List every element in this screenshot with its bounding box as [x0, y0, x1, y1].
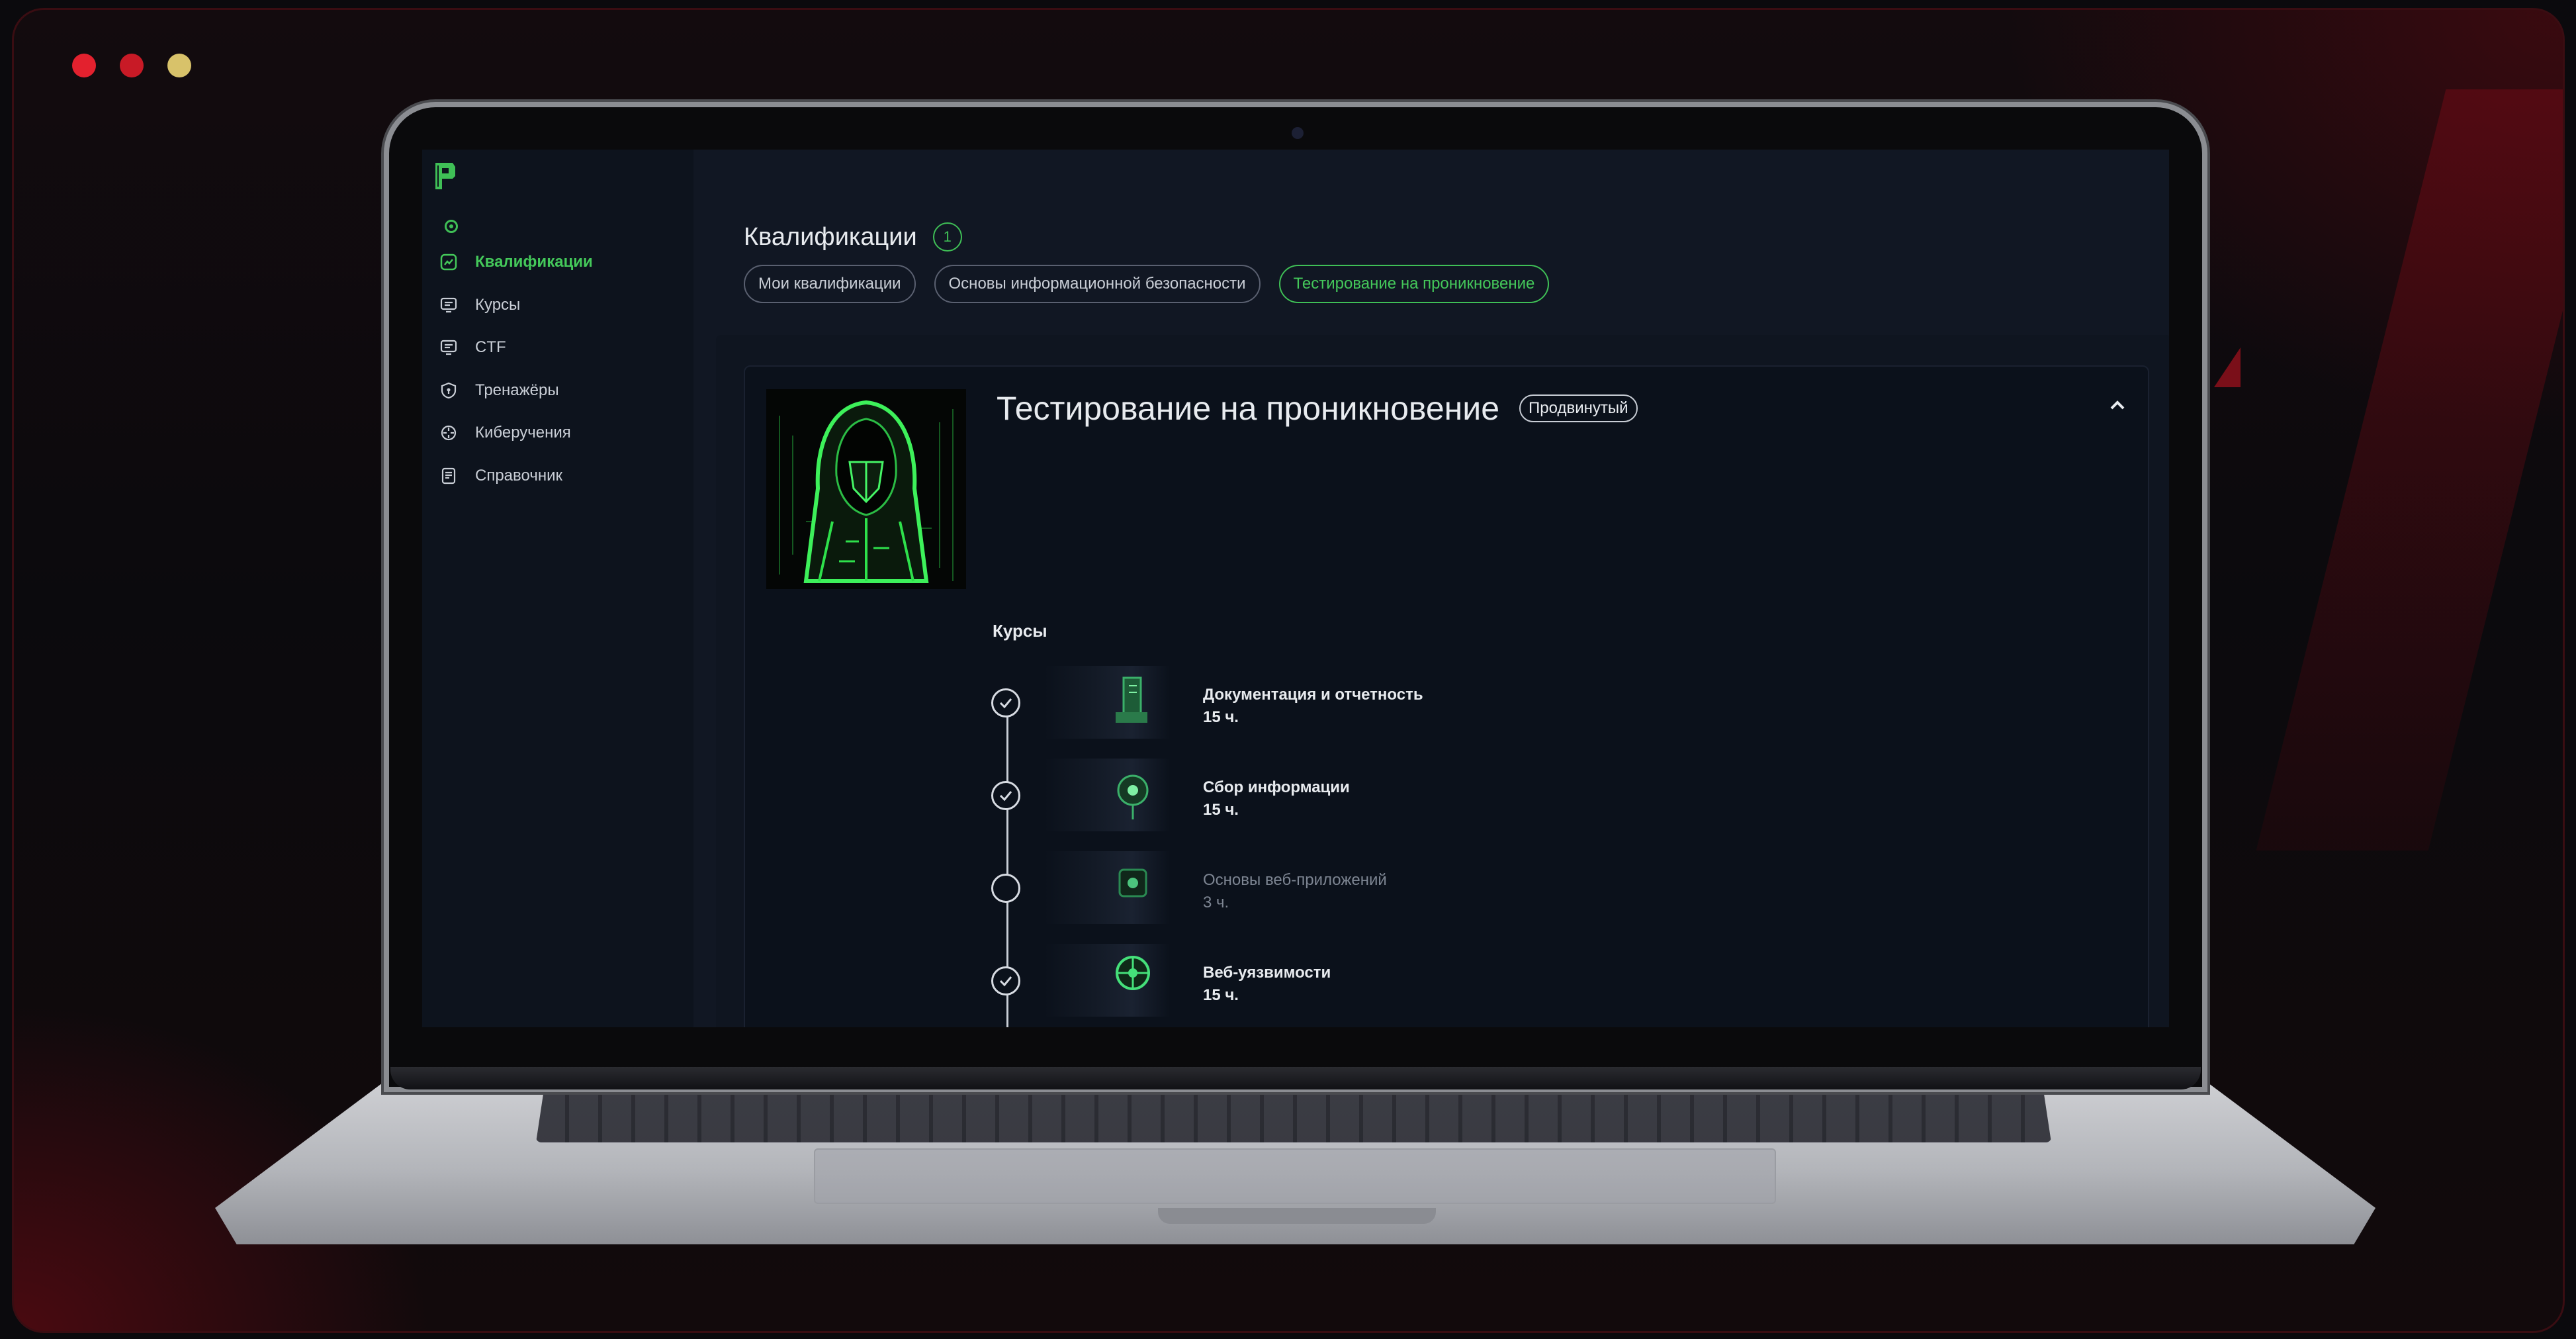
qualification-title-text: Тестирование на проникновение [997, 390, 1500, 427]
online-status-icon [445, 220, 458, 233]
window-controls [72, 54, 191, 77]
course-thumbnail [1044, 944, 1170, 1017]
completed-check-icon [991, 688, 1020, 717]
level-badge: Продвинутый [1519, 394, 1638, 422]
sidebar-item-label: Справочник [475, 466, 562, 485]
qualification-tabs: Мои квалификации Основы информационной б… [744, 265, 1550, 303]
sidebar-nav: Квалификации Курсы CTF Тренажёры Киберуч… [439, 241, 593, 497]
close-dot[interactable] [72, 54, 96, 77]
sidebar-item-reference[interactable]: Справочник [439, 455, 593, 498]
platform-logo-icon[interactable] [433, 162, 457, 191]
decorative-triangle [2214, 347, 2241, 387]
qualification-title: Тестирование на проникновение Продвинуты… [997, 389, 1638, 428]
laptop-hinge [390, 1067, 2201, 1089]
sidebar-item-label: Курсы [475, 295, 521, 314]
course-item[interactable]: Сбор информации 15 ч. [991, 759, 1653, 831]
sidebar-item-cyber-exercises[interactable]: Киберучения [439, 412, 593, 455]
page-title: Квалификации 1 [744, 222, 962, 252]
course-item[interactable]: Основы веб-приложений 3 ч. [991, 851, 1653, 924]
maximize-dot[interactable] [167, 54, 191, 77]
completed-check-icon [991, 966, 1020, 995]
laptop-keyboard [536, 1092, 2051, 1142]
app-screen: Квалификации Курсы CTF Тренажёры Киберуч… [422, 150, 2169, 1027]
sidebar: Квалификации Курсы CTF Тренажёры Киберуч… [422, 150, 693, 1027]
laptop-lid: Квалификации Курсы CTF Тренажёры Киберуч… [389, 107, 2202, 1087]
hooded-hacker-image [766, 389, 966, 589]
sidebar-item-label: Квалификации [475, 253, 593, 271]
course-name: Документация и отчетность [1203, 686, 1423, 704]
course-thumbnail [1044, 759, 1170, 831]
chevron-up-icon[interactable] [2106, 393, 2129, 417]
course-thumbnail [1044, 851, 1170, 924]
incomplete-circle-icon [991, 874, 1020, 903]
qualification-card: Тестирование на проникновение Продвинуты… [744, 365, 2149, 1027]
course-hours: 3 ч. [1203, 894, 1229, 911]
tab-infosec-basics[interactable]: Основы информационной безопасности [934, 265, 1261, 303]
course-hours: 15 ч. [1203, 708, 1239, 726]
qualifications-count-badge: 1 [932, 222, 962, 252]
page-title-text: Квалификации [744, 222, 917, 251]
minimize-dot[interactable] [120, 54, 144, 77]
courses-heading: Курсы [993, 621, 1047, 641]
sidebar-item-label: Киберучения [475, 424, 571, 442]
sidebar-item-qualifications[interactable]: Квалификации [439, 241, 593, 284]
camera-icon [1292, 127, 1304, 139]
course-hours: 15 ч. [1203, 986, 1239, 1004]
completed-check-icon [991, 781, 1020, 810]
tab-penetration-testing[interactable]: Тестирование на проникновение [1278, 265, 1550, 303]
course-thumbnail [1044, 666, 1170, 739]
course-hours: 15 ч. [1203, 801, 1239, 819]
sidebar-item-simulators[interactable]: Тренажёры [439, 369, 593, 412]
crosshair-icon [439, 424, 458, 442]
course-name: Сбор информации [1203, 778, 1350, 796]
laptop-trackpad [814, 1148, 1776, 1204]
qualifications-icon [439, 253, 458, 271]
course-name: Основы веб-приложений [1203, 871, 1387, 889]
shield-icon [439, 381, 458, 400]
sidebar-item-label: Тренажёры [475, 381, 559, 399]
tab-my-qualifications[interactable]: Мои квалификации [744, 265, 916, 303]
reference-book-icon [439, 467, 458, 485]
sidebar-item-ctf[interactable]: CTF [439, 326, 593, 369]
courses-icon [439, 296, 458, 314]
ctf-icon [439, 338, 458, 357]
course-item[interactable]: Веб-уязвимости 15 ч. [991, 944, 1653, 1017]
course-item[interactable]: Документация и отчетность 15 ч. [991, 666, 1653, 739]
course-name: Веб-уязвимости [1203, 964, 1331, 982]
sidebar-item-courses[interactable]: Курсы [439, 284, 593, 327]
main-content: Квалификации 1 Мои квалификации Основы и… [693, 150, 2169, 1027]
laptop-notch [1158, 1208, 1436, 1224]
sidebar-item-label: CTF [475, 338, 506, 357]
decorative-slash [2256, 89, 2563, 851]
